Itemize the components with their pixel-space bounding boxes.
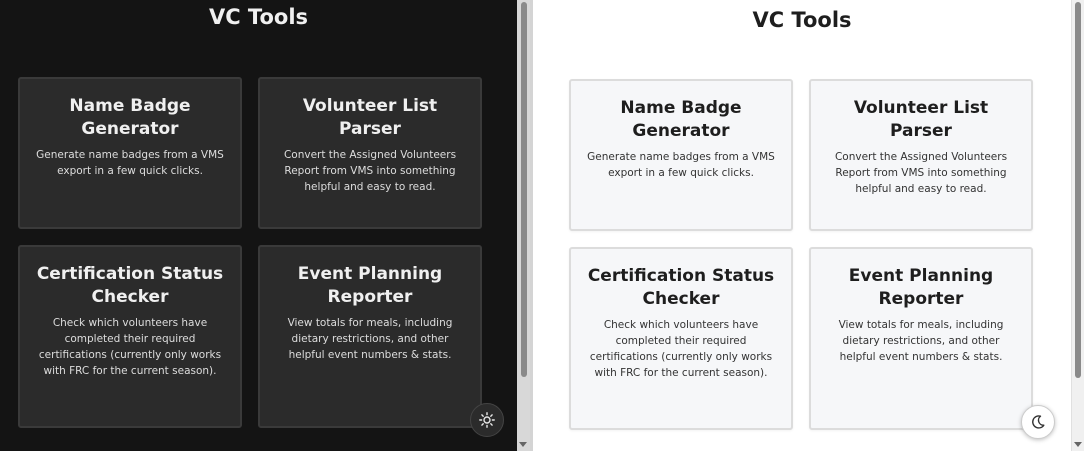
tool-card-name-badge-generator[interactable]: Name Badge Generator Generate name badge… xyxy=(18,77,242,229)
scrollbar-thumb[interactable] xyxy=(521,2,527,377)
card-title: Certification Status Checker xyxy=(587,266,775,309)
card-description: Check which volunteers have completed th… xyxy=(38,317,222,377)
scroll-down-arrow-icon[interactable] xyxy=(1074,442,1082,447)
theme-toggle-button[interactable] xyxy=(470,403,504,437)
card-title: Event Planning Reporter xyxy=(297,264,443,307)
dark-pane-scrollbar[interactable] xyxy=(517,0,530,451)
card-title: Name Badge Generator xyxy=(69,96,191,139)
theme-toggle-button[interactable] xyxy=(1021,405,1055,439)
tool-card-volunteer-list-parser[interactable]: Volunteer List Parser Convert the Assign… xyxy=(258,77,482,229)
light-theme-pane: VC Tools Name Badge Generator Generate n… xyxy=(533,0,1071,451)
card-title: Name Badge Generator xyxy=(620,98,742,141)
card-description: Convert the Assigned Volunteers Report f… xyxy=(283,149,457,193)
moon-icon xyxy=(1032,415,1045,429)
card-title: Volunteer List Parser xyxy=(302,96,438,139)
page-title: VC Tools xyxy=(208,5,309,29)
card-description: Check which volunteers have completed th… xyxy=(589,319,773,379)
tool-card-name-badge-generator[interactable]: Name Badge Generator Generate name badge… xyxy=(569,79,793,231)
tool-card-event-planning-reporter[interactable]: Event Planning Reporter View totals for … xyxy=(809,247,1033,430)
card-description: Convert the Assigned Volunteers Report f… xyxy=(834,151,1008,195)
tool-card-certification-status-checker[interactable]: Certification Status Checker Check which… xyxy=(18,245,242,428)
card-description: View totals for meals, including dietary… xyxy=(287,317,453,361)
dark-theme-pane: VC Tools Name Badge Generator Generate n… xyxy=(0,0,517,451)
card-title: Event Planning Reporter xyxy=(848,266,994,309)
card-description: Generate name badges from a VMS export i… xyxy=(587,151,775,179)
card-title: Volunteer List Parser xyxy=(853,98,989,141)
card-description: Generate name badges from a VMS export i… xyxy=(36,149,224,177)
tool-card-event-planning-reporter[interactable]: Event Planning Reporter View totals for … xyxy=(258,245,482,428)
scrollbar-thumb[interactable] xyxy=(1075,2,1081,378)
light-pane-scrollbar[interactable] xyxy=(1071,0,1084,451)
sun-icon xyxy=(479,412,495,428)
card-title: Certification Status Checker xyxy=(36,264,224,307)
scroll-down-arrow-icon[interactable] xyxy=(519,442,527,447)
card-description: View totals for meals, including dietary… xyxy=(838,319,1004,363)
tool-card-certification-status-checker[interactable]: Certification Status Checker Check which… xyxy=(569,247,793,430)
page-title: VC Tools xyxy=(752,8,852,32)
tool-card-volunteer-list-parser[interactable]: Volunteer List Parser Convert the Assign… xyxy=(809,79,1033,231)
